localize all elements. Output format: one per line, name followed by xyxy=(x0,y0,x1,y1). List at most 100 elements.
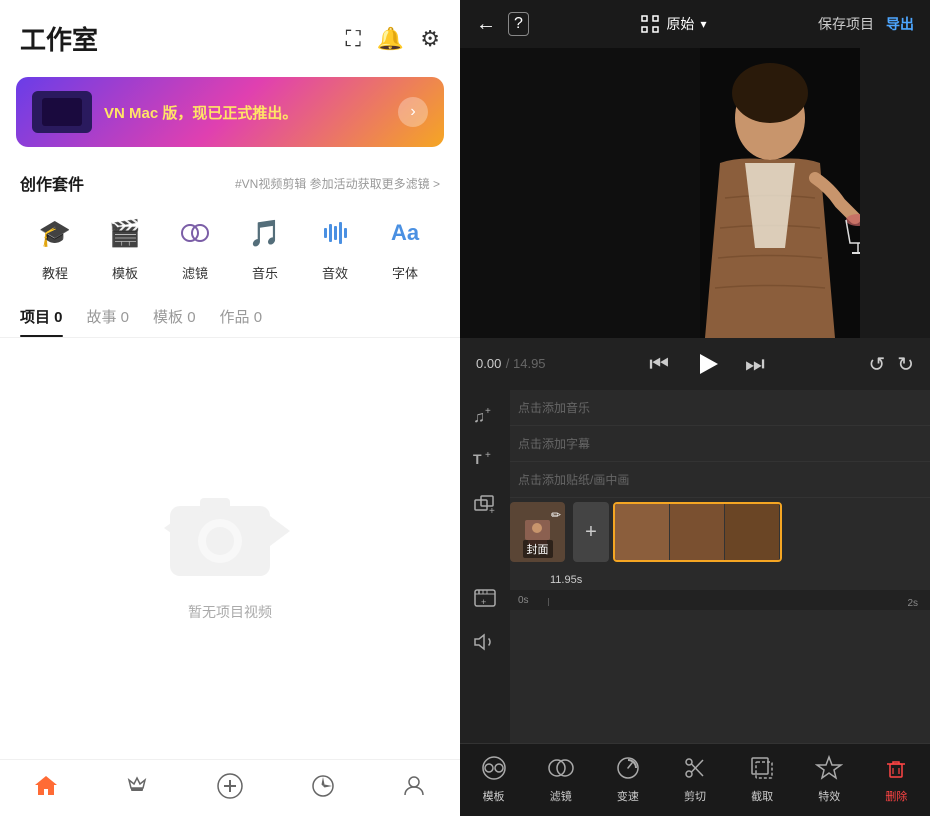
creation-item-soundeffect[interactable]: 音效 xyxy=(311,209,359,282)
explore-icon xyxy=(310,773,336,799)
svg-text:♫: ♫ xyxy=(473,409,485,426)
home-icon xyxy=(33,773,59,799)
editor-header-right: 保存项目 导出 xyxy=(818,14,914,34)
creation-item-tutorial[interactable]: 🎓 教程 xyxy=(31,209,79,282)
add-clip-button[interactable]: + xyxy=(573,502,609,562)
toolbar-filter-label: 滤镜 xyxy=(550,788,572,804)
creation-item-filter[interactable]: 滤镜 xyxy=(171,209,219,282)
add-clip-tool-icon[interactable]: + xyxy=(467,580,503,616)
skip-forward-button[interactable]: ⏭ xyxy=(745,351,765,377)
ruler-tick-area: 2s xyxy=(548,598,922,606)
nav-explore[interactable] xyxy=(310,773,336,799)
app-title: 工作室 xyxy=(20,20,98,57)
svg-text:+: + xyxy=(489,506,495,516)
time-display: 0.00 / 14.95 xyxy=(476,355,546,373)
filter-label: 滤镜 xyxy=(182,263,208,282)
expand-icon[interactable]: ⛶ xyxy=(345,26,360,52)
editor-header: ← ? 原始 ▾ 保存项目 导出 xyxy=(460,0,930,48)
toolbar-effect-label: 特效 xyxy=(818,788,840,804)
vn-mac-banner[interactable]: VN Mac 版，现已正式推出。 › xyxy=(16,77,444,147)
project-tabs: 项目 0 故事 0 模板 0 作品 0 xyxy=(0,298,460,338)
sticker-track[interactable]: 点击添加贴纸/画中画 xyxy=(510,462,930,498)
video-placeholder xyxy=(460,48,930,338)
creation-grid: 🎓 教程 🎬 模板 滤镜 🎵 音乐 xyxy=(0,203,460,298)
nav-crown[interactable] xyxy=(124,773,150,799)
tab-templates[interactable]: 模板 0 xyxy=(153,298,196,337)
banner-thumbnail xyxy=(32,91,92,133)
settings-icon[interactable]: ⚙ xyxy=(420,26,440,52)
toolbar-crop-icon xyxy=(746,752,778,784)
template-label: 模板 xyxy=(112,263,138,282)
tutorial-icon: 🎓 xyxy=(31,209,79,257)
nav-profile[interactable] xyxy=(401,773,427,799)
playback-controls: ⏮ ⏭ xyxy=(649,346,765,382)
toolbar-cut[interactable]: 剪切 xyxy=(661,752,728,804)
tab-stories[interactable]: 故事 0 xyxy=(87,298,130,337)
left-header: 工作室 ⛶ 🔔 ⚙ xyxy=(0,0,460,67)
save-button[interactable]: 保存项目 xyxy=(818,14,874,34)
add-music-tool-icon[interactable]: ♫+ xyxy=(467,398,503,434)
soundeffect-label: 音效 xyxy=(322,263,348,282)
help-icon[interactable]: ? xyxy=(508,12,529,36)
export-button[interactable]: 导出 xyxy=(886,14,914,34)
banner-text-highlight: 现已正式推出。 xyxy=(192,105,297,122)
right-panel: ← ? 原始 ▾ 保存项目 导出 xyxy=(460,0,930,816)
add-sticker-label: 点击添加贴纸/画中画 xyxy=(518,471,629,488)
timeline-tools: ♫+ T+ + + xyxy=(460,390,510,743)
empty-state: 暂无项目视频 xyxy=(0,338,460,759)
nav-home[interactable] xyxy=(33,773,59,799)
undo-button[interactable]: ↺ xyxy=(868,352,885,377)
creation-kit-link[interactable]: #VN视频剪辑 参加活动获取更多滤镜 > xyxy=(235,175,440,192)
music-label: 音乐 xyxy=(252,263,278,282)
mode-label: 原始 xyxy=(666,14,694,34)
thumb-frame-3 xyxy=(725,504,780,560)
tab-works[interactable]: 作品 0 xyxy=(220,298,263,337)
play-button[interactable] xyxy=(689,346,725,382)
creation-item-music[interactable]: 🎵 音乐 xyxy=(241,209,289,282)
toolbar-crop[interactable]: 截取 xyxy=(729,752,796,804)
banner-arrow-icon[interactable]: › xyxy=(398,97,428,127)
mode-selector[interactable]: 原始 ▾ xyxy=(640,14,706,34)
tab-projects[interactable]: 项目 0 xyxy=(20,298,63,337)
toolbar-speed-label: 变速 xyxy=(617,788,639,804)
timeline-content: 点击添加音乐 点击添加字幕 点击添加贴纸/画中画 ✏ xyxy=(510,390,930,743)
tutorial-label: 教程 xyxy=(42,263,68,282)
back-icon[interactable]: ← xyxy=(476,13,496,36)
toolbar-effect[interactable]: 特效 xyxy=(796,752,863,804)
nav-add[interactable] xyxy=(216,772,244,800)
skip-back-button[interactable]: ⏮ xyxy=(649,351,669,377)
music-track[interactable]: 点击添加音乐 xyxy=(510,390,930,426)
subtitle-track[interactable]: 点击添加字幕 xyxy=(510,426,930,462)
banner-text-before: VN Mac 版， xyxy=(104,105,192,122)
music-icon: 🎵 xyxy=(241,209,289,257)
svg-text:+: + xyxy=(485,450,491,461)
creation-kit-title: 创作套件 xyxy=(20,171,84,195)
fullscreen-icon xyxy=(640,14,660,34)
total-time: 14.95 xyxy=(513,356,546,371)
add-text-tool-icon[interactable]: T+ xyxy=(467,442,503,478)
audio-tool-icon[interactable] xyxy=(467,624,503,660)
toolbar-delete-icon xyxy=(880,752,912,784)
toolbar-filter[interactable]: 滤镜 xyxy=(527,752,594,804)
toolbar-filter-icon xyxy=(545,752,577,784)
video-frame xyxy=(460,48,930,338)
header-icons: ⛶ 🔔 ⚙ xyxy=(345,26,440,52)
filter-icon xyxy=(171,209,219,257)
creation-item-template[interactable]: 🎬 模板 xyxy=(101,209,149,282)
cover-thumbnail[interactable]: ✏ 封面 xyxy=(510,502,565,562)
add-subtitle-label: 点击添加字幕 xyxy=(518,435,590,452)
add-overlay-tool-icon[interactable]: + xyxy=(467,486,503,522)
toolbar-delete[interactable]: 删除 xyxy=(863,752,930,804)
toolbar-crop-label: 截取 xyxy=(751,788,773,804)
toolbar-cut-label: 剪切 xyxy=(684,788,706,804)
creation-item-font[interactable]: Aa 字体 xyxy=(381,209,429,282)
editor-toolbar: 模板 滤镜 变速 剪切 截取 xyxy=(460,743,930,816)
redo-button[interactable]: ↻ xyxy=(897,352,914,377)
notification-icon[interactable]: 🔔 xyxy=(377,26,404,52)
bottom-navigation xyxy=(0,759,460,816)
toolbar-template[interactable]: 模板 xyxy=(460,752,527,804)
banner-text: VN Mac 版，现已正式推出。 xyxy=(104,102,386,123)
thumb-frame-2 xyxy=(670,504,725,560)
toolbar-speed[interactable]: 变速 xyxy=(594,752,661,804)
empty-state-icon xyxy=(160,476,300,586)
